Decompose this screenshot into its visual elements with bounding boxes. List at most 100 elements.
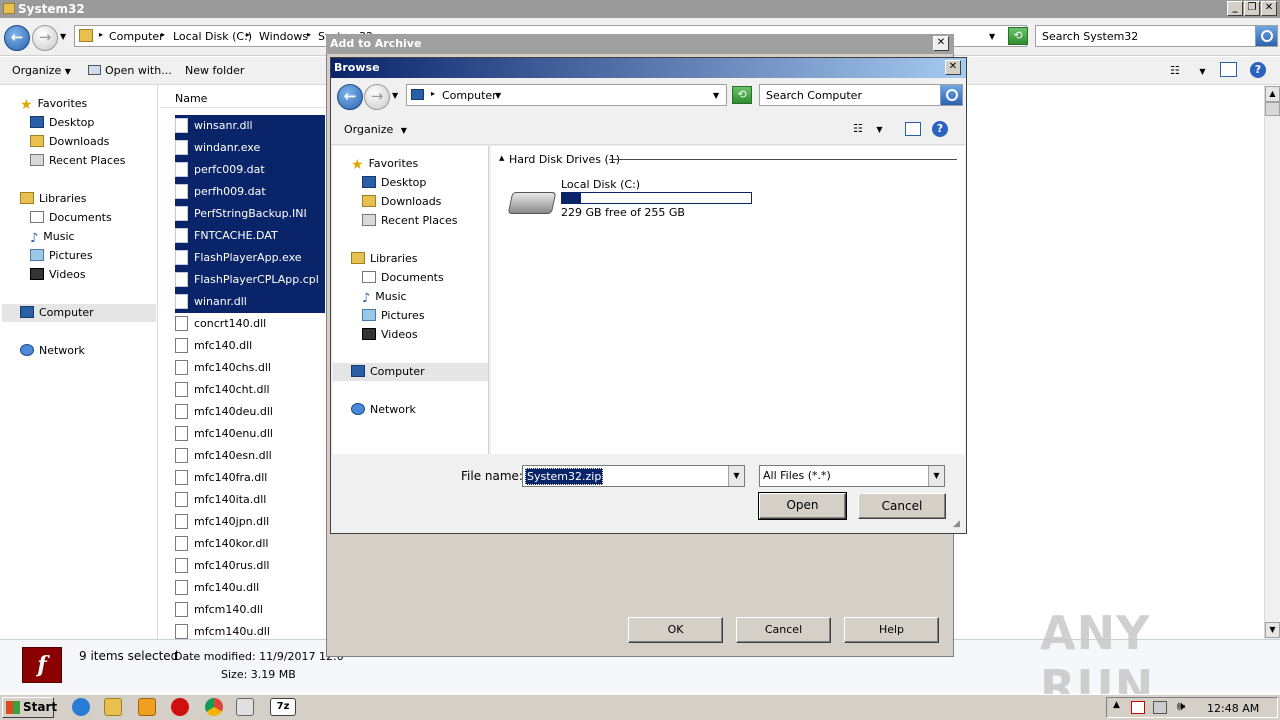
ok-button[interactable]: OK <box>628 617 723 643</box>
forward-button[interactable]: → <box>32 25 58 51</box>
breadcrumb-computer[interactable]: Computer <box>442 89 497 102</box>
media-player-icon[interactable] <box>138 698 156 716</box>
nav-desktop[interactable]: Desktop <box>30 114 94 132</box>
file-row[interactable]: winsanr.dll <box>175 115 325 137</box>
file-row[interactable]: FlashPlayerCPLApp.cpl <box>175 269 325 291</box>
nav-downloads[interactable]: Downloads <box>362 193 441 211</box>
nav-music[interactable]: ♪ Music <box>30 228 75 246</box>
nav-videos[interactable]: Videos <box>362 326 418 344</box>
file-row[interactable]: mfc140jpn.dll <box>175 511 325 533</box>
open-with-button[interactable]: Open with... <box>88 64 172 77</box>
organize-button[interactable]: Organize ▼ <box>344 123 407 136</box>
refresh-button[interactable]: ⟲ <box>732 86 752 104</box>
view-options-icon[interactable]: ☷ ▼ <box>853 122 883 135</box>
nav-downloads[interactable]: Downloads <box>30 133 109 151</box>
breadcrumb-windows[interactable]: Windows <box>259 30 308 43</box>
file-row[interactable]: concrt140.dll <box>175 313 325 335</box>
file-row[interactable]: mfc140deu.dll <box>175 401 325 423</box>
file-row[interactable]: mfc140ita.dll <box>175 489 325 511</box>
drive-item[interactable] <box>507 184 557 218</box>
close-button[interactable]: ✕ <box>1261 1 1277 16</box>
new-folder-button[interactable]: New folder <box>185 64 244 77</box>
nav-videos[interactable]: Videos <box>30 266 86 284</box>
nav-documents[interactable]: Documents <box>30 209 112 227</box>
forward-button[interactable]: → <box>364 84 390 110</box>
file-name-input[interactable]: System32.zip ▼ <box>522 465 745 487</box>
nav-computer[interactable]: Computer <box>2 304 156 322</box>
resize-grip-icon[interactable]: ◢ <box>953 519 960 529</box>
file-row[interactable]: FlashPlayerApp.exe <box>175 247 325 269</box>
nav-network[interactable]: Network <box>20 342 85 360</box>
nav-favorites[interactable]: ★ Favorites <box>351 155 418 173</box>
nav-recent-places[interactable]: Recent Places <box>30 152 126 170</box>
explorer-icon[interactable] <box>104 698 122 716</box>
breadcrumb-local-disk[interactable]: Local Disk (C:) <box>173 30 252 43</box>
nav-recent-places[interactable]: Recent Places <box>362 212 458 230</box>
chevron-down-icon[interactable]: ▼ <box>728 466 744 486</box>
preview-pane-icon[interactable] <box>905 122 921 136</box>
group-header[interactable]: Hard Disk Drives (1) <box>509 153 620 166</box>
open-button[interactable]: Open <box>758 492 847 520</box>
file-row[interactable]: FNTCACHE.DAT <box>175 225 325 247</box>
organize-button[interactable]: Organize ▼ <box>12 64 71 77</box>
nav-network[interactable]: Network <box>351 401 416 419</box>
window-app-icon[interactable] <box>236 698 254 716</box>
drive-name[interactable]: Local Disk (C:) <box>561 178 640 191</box>
vertical-scrollbar[interactable]: ▲ ▼ <box>1264 86 1280 639</box>
history-dropdown-icon[interactable]: ▼ <box>392 91 398 100</box>
help-icon[interactable]: ? <box>932 121 948 137</box>
back-button[interactable]: ← <box>337 84 363 110</box>
file-row[interactable]: mfc140kor.dll <box>175 533 325 555</box>
file-row[interactable]: mfc140chs.dll <box>175 357 325 379</box>
refresh-button[interactable]: ⟲ <box>1008 27 1028 45</box>
address-bar[interactable]: ▸ Computer ▼ ▼ <box>406 84 727 106</box>
file-type-select[interactable]: All Files (*.*) ▼ <box>759 465 945 487</box>
file-row[interactable]: mfc140fra.dll <box>175 467 325 489</box>
nav-libraries[interactable]: Libraries <box>20 190 87 208</box>
back-button[interactable]: ← <box>4 25 30 51</box>
file-row[interactable]: mfc140.dll <box>175 335 325 357</box>
file-row[interactable]: mfc140enu.dll <box>175 423 325 445</box>
start-button[interactable]: Start <box>2 697 57 718</box>
tray-expand-icon[interactable]: ▲ <box>1113 700 1120 710</box>
file-row[interactable]: mfc140u.dll <box>175 577 325 599</box>
help-button[interactable]: Help <box>844 617 939 643</box>
file-row[interactable]: mfc140rus.dll <box>175 555 325 577</box>
nav-documents[interactable]: Documents <box>362 269 444 287</box>
nav-pictures[interactable]: Pictures <box>362 307 425 325</box>
file-row[interactable]: winanr.dll <box>175 291 325 313</box>
file-row[interactable]: perfc009.dat <box>175 159 325 181</box>
nav-pictures[interactable]: Pictures <box>30 247 93 265</box>
nav-desktop[interactable]: Desktop <box>362 174 426 192</box>
archive-cancel-button[interactable]: Cancel <box>736 617 831 643</box>
scroll-up-icon[interactable]: ▲ <box>1265 86 1280 102</box>
network-tray-icon[interactable] <box>1153 701 1167 714</box>
file-row[interactable]: mfc140esn.dll <box>175 445 325 467</box>
file-row[interactable]: perfh009.dat <box>175 181 325 203</box>
breadcrumb-computer[interactable]: Computer <box>109 30 164 43</box>
file-row[interactable]: windanr.exe <box>175 137 325 159</box>
minimize-button[interactable]: _ <box>1227 1 1243 16</box>
search-icon[interactable] <box>940 85 962 105</box>
nav-computer[interactable]: Computer <box>333 363 488 381</box>
column-header-name[interactable]: Name <box>160 86 328 108</box>
opera-icon[interactable] <box>171 698 189 716</box>
7zip-taskbar-icon[interactable]: 7z <box>270 698 296 716</box>
search-icon[interactable] <box>1255 26 1277 46</box>
restore-button[interactable]: ❐ <box>1244 1 1260 16</box>
file-row[interactable]: mfc140cht.dll <box>175 379 325 401</box>
search-input[interactable]: Search Computer <box>759 84 963 106</box>
close-icon[interactable]: ✕ <box>945 60 961 75</box>
close-icon[interactable]: ✕ <box>933 36 949 51</box>
file-row[interactable]: mfcm140.dll <box>175 599 325 621</box>
history-dropdown-icon[interactable]: ▼ <box>60 32 66 41</box>
scroll-thumb[interactable] <box>1265 102 1280 116</box>
action-center-icon[interactable] <box>1131 701 1145 714</box>
volume-icon[interactable]: 🕪 <box>1177 699 1185 714</box>
cancel-button[interactable]: Cancel <box>858 493 946 519</box>
search-input[interactable]: Search System32 <box>1035 25 1278 47</box>
internet-explorer-icon[interactable] <box>72 698 90 716</box>
nav-favorites[interactable]: ★ Favorites <box>20 95 87 113</box>
chrome-icon[interactable] <box>205 698 223 716</box>
clock[interactable]: 12:48 AM <box>1207 702 1259 715</box>
